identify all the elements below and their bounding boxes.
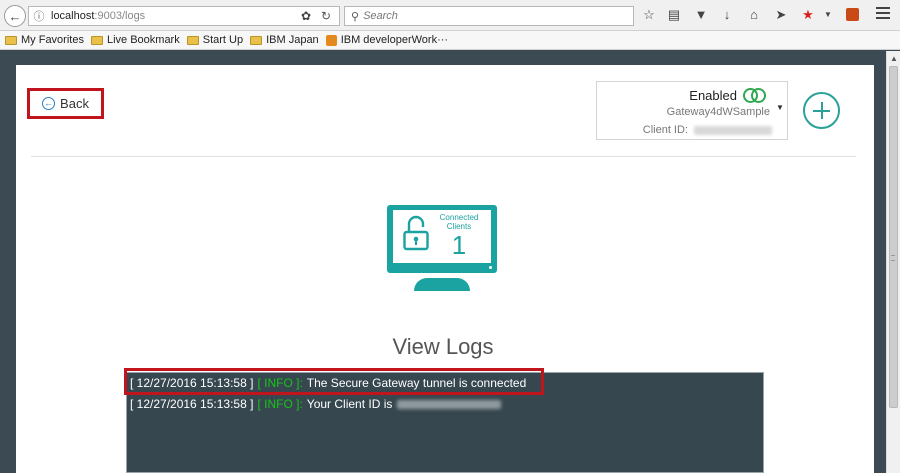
home-icon[interactable]: ⌂ bbox=[746, 8, 762, 22]
folder-icon bbox=[186, 35, 199, 45]
monitor-stand bbox=[414, 278, 470, 291]
add-gateway-button[interactable] bbox=[803, 92, 840, 129]
addon-icon[interactable] bbox=[846, 8, 859, 21]
extension-icon[interactable]: ✿ bbox=[301, 9, 311, 23]
bookmarks-bar: My Favorites Live Bookmark Start Up IBM … bbox=[0, 31, 900, 50]
browser-toolbar: ← ⓘ localhost:9003/logs ✿ ↻ ⚲ Search ☆ ▤… bbox=[0, 0, 900, 31]
gateway-selector[interactable]: Enabled Gateway4dWSample Client ID: bbox=[596, 81, 788, 140]
gateway-name: Gateway4dWSample bbox=[666, 106, 770, 118]
url-path: :9003/logs bbox=[94, 10, 146, 22]
gateway-status-label: Enabled bbox=[689, 88, 737, 103]
url-text: localhost:9003/logs bbox=[51, 10, 145, 22]
bookmark-label: IBM developerWork··· bbox=[340, 34, 449, 46]
favorites-star-icon[interactable]: ★ bbox=[800, 8, 816, 22]
scroll-up-icon[interactable]: ▲ bbox=[890, 54, 898, 63]
client-id-redacted bbox=[694, 125, 772, 135]
url-host: localhost bbox=[51, 10, 95, 22]
reading-list-icon[interactable]: ▤ bbox=[666, 8, 682, 22]
chevron-down-icon[interactable]: ▼ bbox=[820, 8, 836, 22]
gateway-client-id: Client ID: bbox=[643, 124, 772, 136]
log-line: [ 12/27/2016 15:13:58 ] [ INFO ]: Your C… bbox=[130, 397, 502, 411]
site-info-icon[interactable]: ⓘ bbox=[31, 8, 47, 24]
reload-icon[interactable]: ↻ bbox=[321, 9, 331, 23]
bookmark-start-up[interactable]: Start Up bbox=[186, 34, 244, 46]
page-scrollbar[interactable]: ▲ bbox=[886, 51, 900, 473]
log-message: Your Client ID is bbox=[306, 397, 393, 411]
bookmark-my-favorites[interactable]: My Favorites bbox=[5, 34, 84, 46]
folder-icon bbox=[90, 35, 103, 45]
chevron-down-icon[interactable]: ▼ bbox=[776, 103, 784, 112]
pocket-icon[interactable]: ▼ bbox=[693, 8, 709, 22]
bookmark-ibm-developerworks[interactable]: IBM developerWork··· bbox=[325, 34, 449, 46]
bookmark-ibm-japan[interactable]: IBM Japan bbox=[250, 34, 319, 46]
back-button[interactable]: ← Back bbox=[27, 88, 104, 119]
connected-clients-label: Connected Clients bbox=[439, 213, 479, 231]
rss-icon bbox=[325, 34, 337, 46]
log-timestamp: [ 12/27/2016 15:13:58 ] bbox=[130, 397, 254, 411]
lock-icon bbox=[403, 215, 429, 251]
search-box[interactable]: ⚲ Search bbox=[344, 6, 634, 26]
back-arrow-icon: ← bbox=[42, 97, 56, 110]
download-icon[interactable]: ↓ bbox=[719, 8, 735, 22]
log-level: [ INFO ]: bbox=[257, 397, 303, 411]
scrollbar-thumb[interactable] bbox=[889, 66, 898, 408]
bookmark-label: IBM Japan bbox=[266, 34, 319, 46]
page-title: View Logs bbox=[392, 334, 494, 359]
menu-icon[interactable] bbox=[876, 7, 890, 19]
back-label: Back bbox=[60, 96, 89, 111]
bookmark-star-icon[interactable]: ☆ bbox=[641, 8, 657, 22]
browser-back-icon[interactable]: ← bbox=[4, 5, 26, 27]
send-icon[interactable]: ➤ bbox=[773, 8, 789, 22]
bookmark-label: My Favorites bbox=[21, 34, 84, 46]
folder-icon bbox=[5, 35, 17, 45]
monitor-led bbox=[489, 266, 492, 269]
address-bar[interactable]: ⓘ localhost:9003/logs ✿ ↻ bbox=[28, 6, 340, 26]
client-id-label: Client ID: bbox=[642, 124, 688, 136]
enabled-rings-icon bbox=[743, 88, 767, 103]
search-icon: ⚲ bbox=[351, 10, 360, 23]
divider bbox=[31, 156, 856, 157]
bookmark-label: Start Up bbox=[202, 34, 244, 46]
scrollbar-grip-icon bbox=[891, 255, 895, 261]
search-placeholder: Search bbox=[363, 10, 398, 22]
bookmark-label: Live Bookmark bbox=[106, 34, 180, 46]
log-highlight-box bbox=[124, 368, 544, 395]
gateway-status: Enabled bbox=[689, 88, 767, 103]
bookmark-live-bookmark[interactable]: Live Bookmark bbox=[90, 34, 180, 46]
connected-clients-count: 1 bbox=[451, 230, 467, 260]
client-id-redacted bbox=[397, 399, 502, 409]
folder-icon bbox=[250, 35, 263, 45]
